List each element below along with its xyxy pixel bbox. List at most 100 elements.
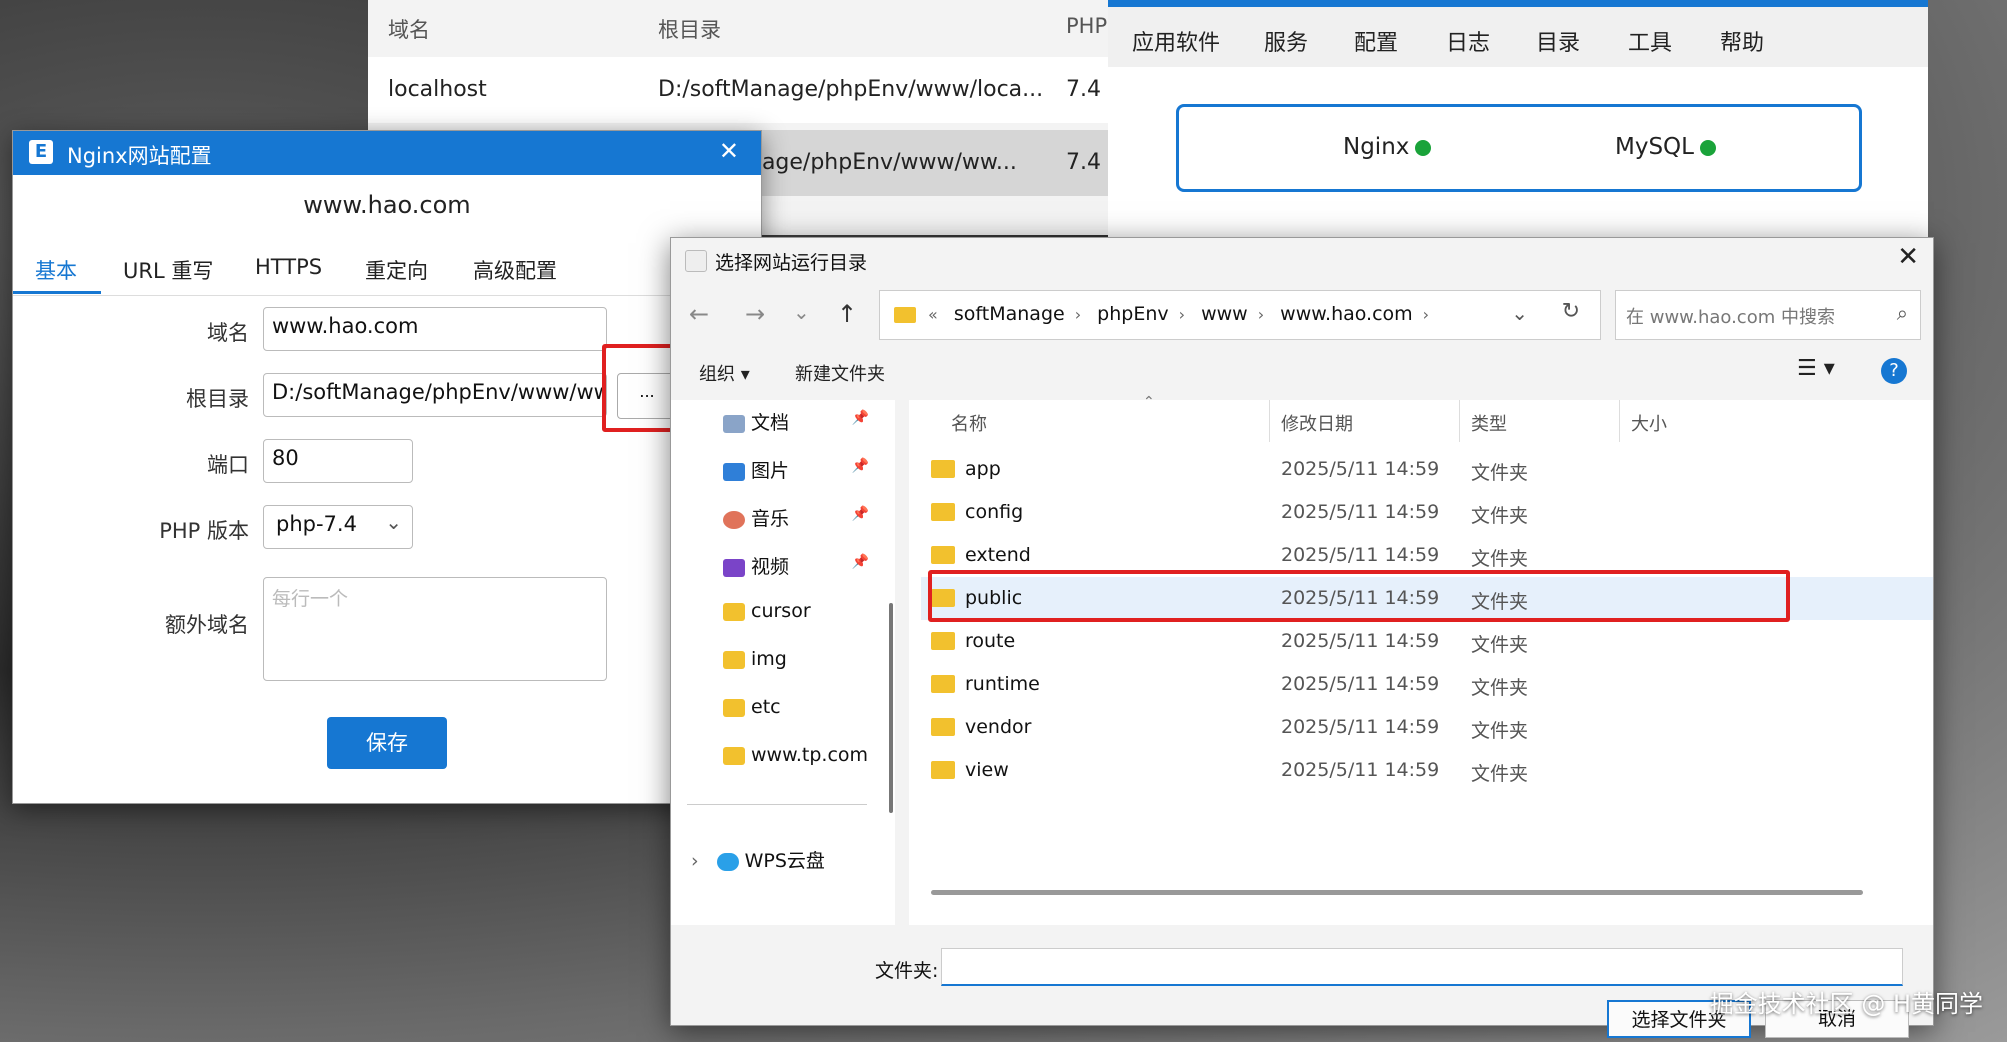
file-type: 文件夹 [1471, 634, 1529, 656]
breadcrumb-item[interactable]: phpEnv [1097, 303, 1168, 325]
breadcrumb-overflow[interactable]: « [928, 305, 938, 324]
tab-basic[interactable]: 基本 [35, 255, 77, 285]
file-row[interactable]: runtime 2025/5/11 14:59 文件夹 [921, 663, 1933, 706]
file-row[interactable]: app 2025/5/11 14:59 文件夹 [921, 448, 1933, 491]
col-header-size[interactable]: 大小 [1631, 410, 1667, 436]
horizontal-scrollbar[interactable] [931, 890, 1863, 895]
file-name: config [965, 501, 1024, 523]
nav-item-folder[interactable]: etc [723, 696, 781, 718]
file-type: 文件夹 [1471, 677, 1529, 699]
service-nginx[interactable]: Nginx [1343, 134, 1432, 160]
file-name: app [965, 458, 1001, 480]
folder-name-input[interactable] [941, 948, 1903, 986]
tab-url-rewrite[interactable]: URL 重写 [123, 255, 213, 285]
file-name: extend [965, 544, 1031, 566]
port-field[interactable]: 80 [263, 439, 413, 483]
up-arrow-icon[interactable]: ↑ [837, 300, 857, 328]
menu-config[interactable]: 配置 [1354, 25, 1398, 57]
forward-arrow-icon[interactable]: → [745, 300, 765, 328]
file-type: 文件夹 [1471, 462, 1529, 484]
nav-item-label: 文档 [751, 412, 790, 434]
nav-divider [687, 804, 867, 805]
port-label: 端口 [207, 453, 249, 477]
php-version-label: PHP 版本 [159, 519, 249, 543]
table-row[interactable]: localhost D:/softManage/phpEnv/www/loca.… [368, 57, 1108, 123]
col-header-name[interactable]: 名称 [951, 410, 987, 436]
domain-field[interactable]: www.hao.com [263, 307, 607, 351]
file-type: 文件夹 [1471, 505, 1529, 527]
video-icon [723, 558, 745, 577]
nav-item-videos[interactable]: 视频 📌 [723, 552, 883, 579]
refresh-icon[interactable]: ↻ [1562, 299, 1580, 324]
address-dropdown-icon[interactable]: ⌄ [1511, 301, 1528, 325]
col-header-date[interactable]: 修改日期 [1281, 410, 1353, 436]
folder-icon [931, 761, 955, 779]
col-header-domain[interactable]: 域名 [388, 14, 430, 44]
save-button[interactable]: 保存 [327, 717, 447, 769]
file-row[interactable]: view 2025/5/11 14:59 文件夹 [921, 749, 1933, 792]
root-dir-field[interactable]: D:/softManage/phpEnv/www/www.hao.com [263, 373, 607, 417]
close-icon[interactable]: ✕ [1897, 242, 1919, 272]
extra-domains-placeholder: 每行一个 [272, 588, 349, 610]
new-folder-button[interactable]: 新建文件夹 [795, 360, 885, 386]
chevron-right-icon: › [1178, 305, 1186, 324]
menu-tools[interactable]: 工具 [1628, 25, 1672, 57]
back-arrow-icon[interactable]: ← [689, 300, 709, 328]
cell-root: nage/phpEnv/www/ww... [748, 150, 1017, 175]
service-mysql[interactable]: MySQL [1615, 134, 1716, 160]
col-header-type[interactable]: 类型 [1471, 410, 1507, 436]
organize-menu[interactable]: 组织 ▾ [699, 360, 750, 386]
column-divider[interactable] [1269, 400, 1270, 442]
tab-advanced[interactable]: 高级配置 [473, 255, 557, 285]
file-name: runtime [965, 673, 1040, 695]
php-version-select[interactable]: php-7.4 ⌄ [263, 505, 413, 549]
close-icon[interactable]: ✕ [719, 137, 739, 165]
nav-item-pictures[interactable]: 图片 📌 [723, 456, 883, 483]
nav-item-documents[interactable]: 文档 📌 [723, 408, 883, 435]
file-type: 文件夹 [1471, 548, 1529, 570]
recent-chevron-icon[interactable]: ⌄ [793, 300, 810, 324]
address-bar[interactable]: « softManage › phpEnv › www › www.hao.com › … [879, 290, 1601, 340]
menu-help[interactable]: 帮助 [1720, 25, 1764, 57]
nav-item-music[interactable]: 音乐 📌 [723, 504, 883, 531]
nav-item-folder[interactable]: cursor [723, 600, 811, 622]
tab-redirect[interactable]: 重定向 [365, 255, 428, 285]
search-icon[interactable]: ⌕ [1897, 301, 1908, 325]
nav-item-label: 图片 [751, 460, 790, 482]
menu-logs[interactable]: 日志 [1446, 25, 1490, 57]
extra-domains-label: 额外域名 [165, 613, 249, 637]
nav-scrollbar[interactable] [889, 603, 893, 813]
chevron-right-icon[interactable]: › [691, 850, 699, 872]
view-options-icon[interactable]: ☰ ▾ [1797, 356, 1835, 381]
help-icon[interactable]: ? [1881, 358, 1907, 384]
nav-item-folder[interactable]: www.tp.com [723, 744, 868, 766]
menu-directory[interactable]: 目录 [1536, 25, 1580, 57]
breadcrumb-item[interactable]: www [1201, 303, 1248, 325]
highlight-public-row [928, 570, 1790, 622]
file-row[interactable]: config 2025/5/11 14:59 文件夹 [921, 491, 1933, 534]
nav-item-label: cursor [751, 600, 811, 622]
pin-icon: 📌 [851, 554, 869, 570]
dialog-titlebar: E Nginx网站配置 ✕ [13, 131, 761, 175]
col-header-root[interactable]: 根目录 [658, 14, 721, 44]
search-input[interactable]: 在 www.hao.com 中搜索 ⌕ [1615, 290, 1921, 340]
file-name: vendor [965, 716, 1032, 738]
nav-item-folder[interactable]: img [723, 648, 787, 670]
nav-item-wps-cloud[interactable]: › WPS云盘 [691, 846, 825, 873]
file-row[interactable]: vendor 2025/5/11 14:59 文件夹 [921, 706, 1933, 749]
column-divider[interactable] [1459, 400, 1460, 442]
column-divider[interactable] [1619, 400, 1620, 442]
active-tab-indicator [13, 291, 101, 294]
folder-icon [723, 746, 745, 765]
breadcrumb-item[interactable]: softManage [954, 303, 1065, 325]
breadcrumb-item[interactable]: www.hao.com [1280, 303, 1413, 325]
menu-software[interactable]: 应用软件 [1132, 25, 1220, 57]
file-row[interactable]: route 2025/5/11 14:59 文件夹 [921, 620, 1933, 663]
tab-https[interactable]: HTTPS [255, 255, 322, 279]
main-menu-bar: 应用软件 服务 配置 日志 目录 工具 帮助 [1108, 7, 1928, 67]
nav-item-label: WPS云盘 [744, 850, 825, 872]
extra-domains-field[interactable]: 每行一个 [263, 577, 607, 681]
col-header-php[interactable]: PHP [1066, 14, 1107, 38]
menu-services[interactable]: 服务 [1264, 25, 1308, 57]
file-name: view [965, 759, 1009, 781]
